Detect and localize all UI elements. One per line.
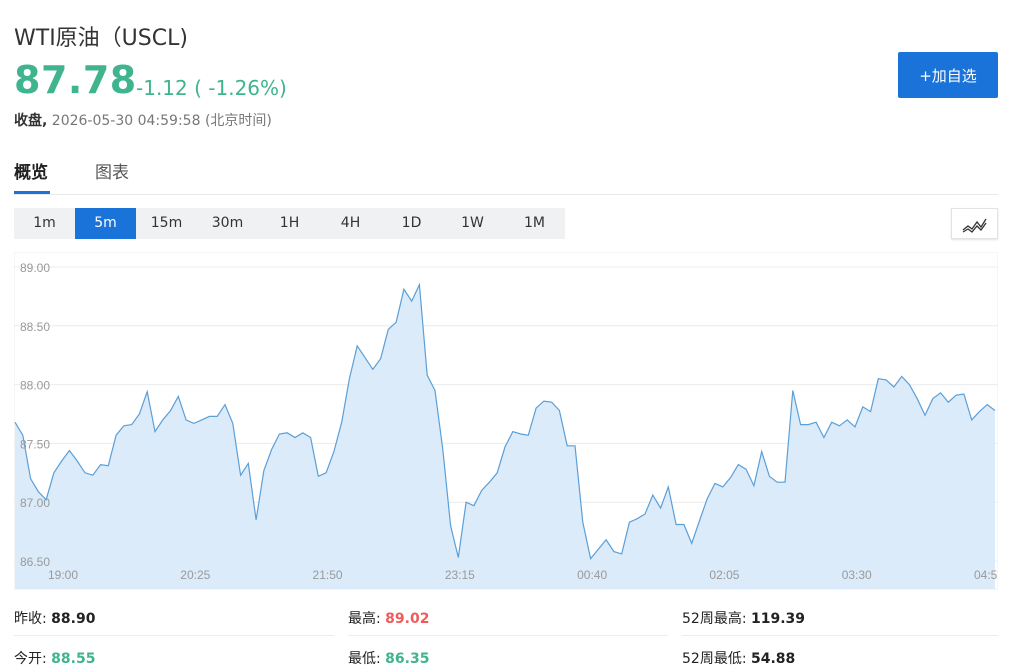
price-chart: 89.00 88.50 88.00 87.50 87.00 86.50 19:00 20:2… (13, 251, 999, 591)
timezone-label: (北京时间) (204, 113, 272, 129)
x-tick-label: 21:50 (313, 568, 343, 582)
stat-52w-low: 52周最低: 54.88 (682, 648, 795, 666)
x-tick-label: 19:00 (48, 568, 78, 582)
last-price: 87.78 (14, 58, 137, 102)
stat-day-low: 最低: 86.35 (348, 648, 429, 666)
quote-timestamp: 2026-05-30 04:59:58 (51, 113, 201, 129)
stat-value: 88.90 (51, 611, 96, 627)
add-to-watchlist-button[interactable]: +加自选 (898, 52, 998, 98)
tab-chart[interactable]: 图表 (95, 158, 129, 183)
stat-value: 88.55 (51, 651, 96, 666)
interval-30m[interactable]: 30m (197, 208, 258, 239)
quote-stats: 昨收: 88.90 最高: 89.02 52周最高: 119.39 今开: 88… (14, 598, 998, 666)
stat-label: 52周最高: (682, 611, 747, 627)
interval-15m[interactable]: 15m (136, 208, 197, 239)
line-chart-icon (962, 218, 987, 233)
interval-1d[interactable]: 1D (381, 208, 442, 239)
interval-1h[interactable]: 1H (259, 208, 320, 239)
y-tick-label: 86.50 (20, 555, 50, 569)
price-change: -1.12 ( -1.26%) (136, 76, 287, 100)
y-tick-label: 88.50 (20, 320, 50, 334)
y-tick-label: 88.00 (20, 379, 50, 393)
x-tick-label: 23:15 (445, 568, 475, 582)
stat-label: 今开: (14, 651, 47, 666)
stat-label: 最低: (348, 651, 381, 666)
x-tick-label: 00:40 (577, 568, 607, 582)
stat-day-high: 最高: 89.02 (348, 608, 429, 628)
divider (682, 635, 998, 636)
interval-selector: 1m 5m 15m 30m 1H 4H 1D 1W 1M (14, 208, 565, 239)
x-tick-label: 02:05 (709, 568, 739, 582)
stat-52w-high: 52周最高: 119.39 (682, 608, 805, 628)
divider (348, 635, 668, 636)
stat-value: 89.02 (385, 611, 430, 627)
stat-value: 54.88 (750, 651, 796, 666)
stat-label: 52周最低: (682, 651, 747, 666)
tab-bar: 概览 图表 (14, 154, 998, 195)
chart-type-button[interactable] (951, 208, 998, 239)
market-status: 收盘, 2026-05-30 04:59:58 (北京时间) (14, 110, 272, 130)
stat-label: 最高: (348, 611, 381, 627)
y-tick-label: 87.00 (20, 496, 50, 510)
price-chart-svg: 89.00 88.50 88.00 87.50 87.00 86.50 19:00 20:2… (13, 251, 999, 591)
interval-1w[interactable]: 1W (442, 208, 503, 239)
stat-open: 今开: 88.55 (14, 648, 95, 666)
divider (14, 635, 334, 636)
interval-1m[interactable]: 1m (14, 208, 75, 239)
instrument-title: WTI原油（USCL) (14, 26, 188, 51)
x-tick-label: 03:30 (842, 568, 872, 582)
status-label: 收盘, (14, 113, 48, 129)
x-tick-label: 20:25 (180, 568, 210, 582)
stat-value: 119.39 (750, 611, 806, 627)
active-tab-indicator (14, 191, 50, 194)
y-tick-label: 87.50 (20, 437, 50, 451)
interval-1mo[interactable]: 1M (504, 208, 565, 239)
stat-value: 86.35 (385, 651, 430, 666)
x-tick-label: 04:5 (974, 568, 998, 582)
tab-overview[interactable]: 概览 (14, 158, 48, 183)
stat-label: 昨收: (14, 611, 47, 627)
interval-4h[interactable]: 4H (320, 208, 381, 239)
y-tick-label: 89.00 (20, 261, 50, 275)
interval-5m[interactable]: 5m (75, 208, 136, 239)
stat-prev-close: 昨收: 88.90 (14, 608, 95, 628)
